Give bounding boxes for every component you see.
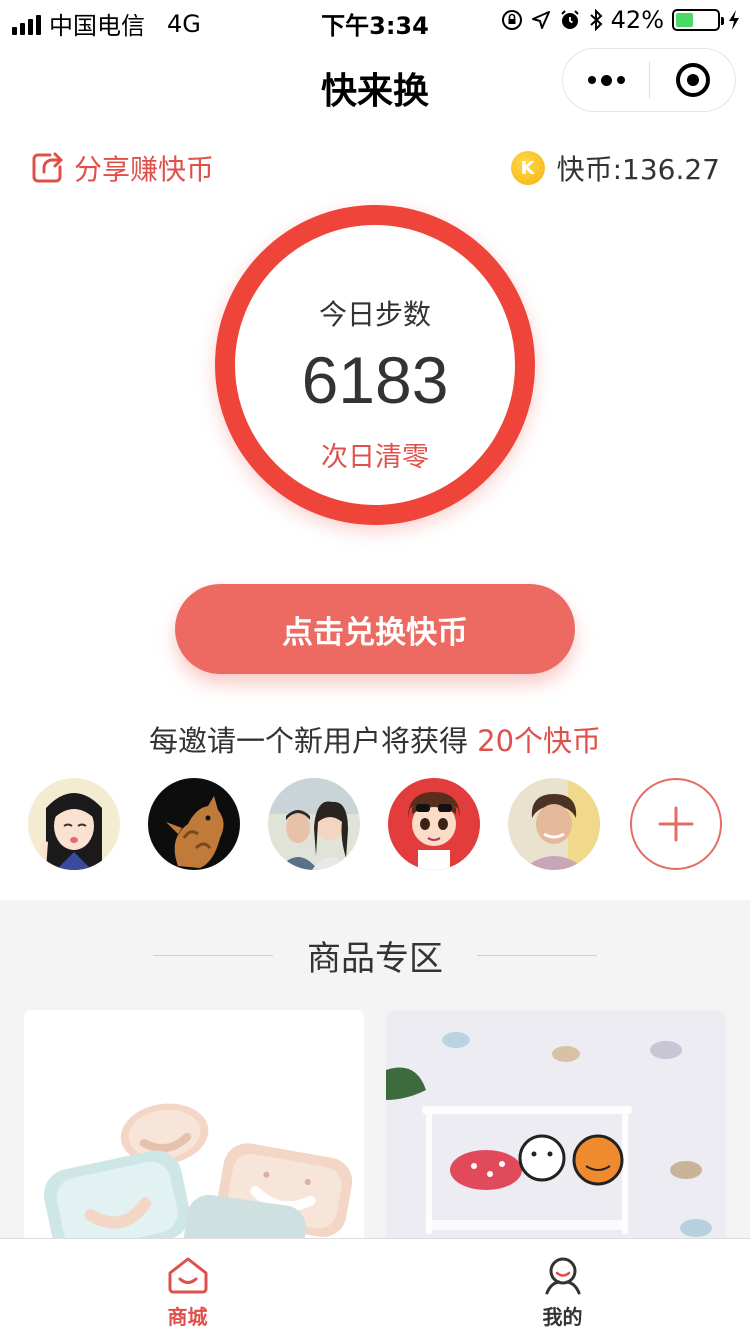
goods-section-title: 商品专区: [307, 938, 443, 979]
share-icon: [32, 152, 63, 183]
coin-balance-label: 快币:136.27: [556, 153, 720, 186]
steps-value: 6183: [301, 343, 449, 417]
nav-bar: 快来换: [0, 40, 750, 128]
share-label: 分享赚快币: [74, 153, 215, 186]
more-dot-icon: [587, 76, 596, 84]
shop-icon: [168, 1257, 207, 1294]
steps-reset-note: 次日清零: [321, 442, 429, 473]
divider-line: [477, 954, 597, 956]
avatar-anime-girl[interactable]: [28, 778, 120, 870]
avatar-cat[interactable]: [148, 778, 240, 870]
tab-mine[interactable]: 我的: [375, 1239, 750, 1334]
tab-shop[interactable]: 商城: [0, 1239, 375, 1334]
steps-ring: 今日步数 6183 次日清零: [215, 205, 535, 525]
status-bar: 中国电信 4G 下午3:34 42%: [0, 0, 750, 40]
avatar-woman[interactable]: [508, 778, 600, 870]
battery-percent: 42%: [610, 6, 664, 34]
invited-users: [28, 778, 722, 870]
target-icon: [675, 63, 710, 97]
exchange-coins-button[interactable]: 点击兑换快币: [175, 584, 575, 674]
plus-icon: [658, 806, 694, 842]
share-link[interactable]: 分享赚快币: [30, 148, 214, 188]
more-dot-icon: [600, 74, 612, 86]
more-dot-icon: [616, 76, 625, 84]
charging-icon: [729, 10, 739, 30]
add-friend-button[interactable]: [630, 778, 722, 870]
coin-icon: K: [510, 151, 545, 185]
coin-balance: K 快币:136.27: [510, 148, 720, 188]
goods-header: 商品专区: [0, 930, 750, 980]
more-button[interactable]: [563, 49, 649, 111]
goods-card-soap-dish[interactable]: [24, 1010, 364, 1250]
tab-bar: 商城 我的: [0, 1238, 750, 1334]
invite-text-main: 每邀请一个新用户将获得: [148, 724, 478, 758]
close-button[interactable]: [650, 49, 735, 111]
goods-card-cat-stickers[interactable]: [386, 1010, 726, 1250]
avatar-couple[interactable]: [268, 778, 360, 870]
rotation-lock-icon: [501, 10, 522, 30]
battery-icon: [672, 9, 724, 31]
avatar-cartoon-boy[interactable]: [388, 778, 480, 870]
bluetooth-icon: [589, 9, 603, 31]
product-image-cat-stickers: [386, 1010, 726, 1250]
alarm-icon: [560, 10, 579, 29]
tab-mine-label: 我的: [542, 1305, 583, 1329]
status-right: 42%: [501, 6, 740, 34]
invite-reward: 20个快币: [477, 724, 602, 758]
user-icon: [545, 1257, 580, 1295]
steps-label: 今日步数: [318, 298, 431, 331]
divider-line: [153, 954, 273, 956]
product-image-soap-dish: [24, 1010, 364, 1250]
location-icon: [531, 11, 550, 29]
mini-program-capsule: [562, 48, 736, 112]
goods-section: 商品专区: [0, 900, 750, 1250]
invite-text: 每邀请一个新用户将获得 20个快币: [0, 718, 750, 760]
tab-shop-label: 商城: [167, 1305, 208, 1329]
